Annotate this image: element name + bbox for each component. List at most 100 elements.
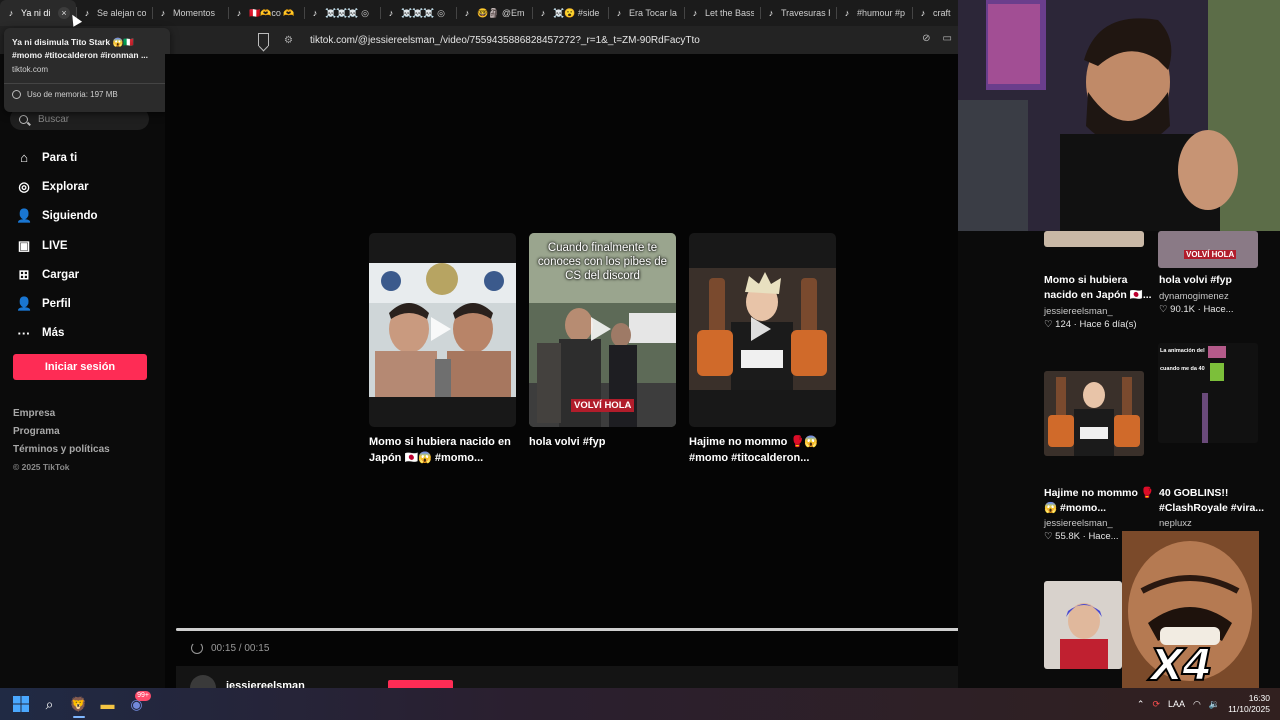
related-title[interactable]: 40 GOBLINS!! #ClashRoyale #vira... (1159, 486, 1274, 516)
tray-chevron-icon[interactable]: ⌃ (1137, 699, 1145, 710)
browser-tab[interactable]: ♪ Travesuras R (760, 0, 836, 26)
bookmark-icon[interactable] (258, 33, 269, 46)
discord-icon[interactable]: ◉ 99+ (122, 688, 151, 720)
memory-gauge-icon (12, 90, 21, 99)
browser-tab[interactable]: ♪ 🇵🇪🫶co 🫶 (228, 0, 304, 26)
site-info-icon[interactable]: ⚙ (284, 35, 300, 46)
related-title[interactable]: hola volvi #fyp (1159, 273, 1269, 288)
sidebar-item-home[interactable]: ⌂ Para ti (16, 143, 98, 172)
related-thumbnail[interactable] (1044, 581, 1122, 669)
related-author[interactable]: jessiereelsman_ (1044, 306, 1113, 317)
replay-icon[interactable] (191, 642, 203, 654)
browser-tab[interactable]: ♪ ☠️😮 #side (532, 0, 608, 26)
video-title[interactable]: Hajime no mommo 🥊😱 #momo #titocalderon..… (689, 434, 836, 466)
tiktok-icon: ♪ (464, 8, 470, 18)
sidebar-item-following[interactable]: 👤 Siguiendo (16, 202, 98, 231)
tiktok-icon: ♪ (768, 8, 774, 18)
file-explorer-icon[interactable]: ▬ (93, 688, 122, 720)
search-placeholder: Buscar (38, 113, 70, 125)
clock[interactable]: 16:30 11/10/2025 (1228, 693, 1270, 715)
multiplier-text: X4 (1149, 639, 1214, 692)
video-badge: VOLVÍ HOLA (571, 399, 635, 412)
video-progress-bar[interactable] (176, 628, 1028, 631)
video-title[interactable]: Momo si hubiera nacido en Japón 🇯🇵😱 #mom… (369, 434, 516, 466)
clock-date: 11/10/2025 (1228, 704, 1270, 714)
related-stats: ♡ 90.1K · Hace... (1159, 304, 1234, 315)
wifi-icon[interactable]: ◠ (1193, 699, 1201, 710)
related-thumbnail[interactable] (1044, 231, 1144, 247)
sidebar-nav: ⌂ Para ti ◎ Explorar 👤 Siguiendo ▣ LIVE ⊞ Cargar 👤… (16, 143, 98, 348)
speaker-icon[interactable]: 🔉 (1209, 699, 1220, 710)
tab-label: craft (933, 8, 951, 18)
address-bar[interactable]: ⚙ tiktok.com/@jessiereelsman_/video/7559… (278, 30, 950, 50)
copyright: © 2025 TikTok (13, 462, 70, 472)
cast-icon[interactable]: ▭ (943, 33, 952, 44)
browser-tab[interactable]: ♪ ☠️☠️☠️ ◎ (380, 0, 456, 26)
video-card[interactable]: Hajime no mommo 🥊😱 #momo #titocalderon..… (689, 233, 836, 466)
footer-link-empresa[interactable]: Empresa (13, 408, 110, 426)
tiktok-icon: ♪ (616, 8, 622, 18)
webcam-overlay (958, 0, 1280, 231)
sidebar-item-label: Para ti (42, 151, 78, 164)
footer-links: Empresa Programa Términos y políticas © … (13, 408, 110, 480)
browser-tab[interactable]: ♪ #humour #p (836, 0, 912, 26)
browser-tab[interactable]: ♪ Era Tocar la (608, 0, 684, 26)
upload-icon: ⊞ (18, 266, 30, 282)
sidebar-item-label: Explorar (42, 180, 89, 193)
sidebar-item-compass[interactable]: ◎ Explorar (16, 172, 98, 201)
video-thumbnail[interactable] (689, 233, 836, 427)
footer-link-programa[interactable]: Programa (13, 426, 110, 444)
hover-card-title: Ya ni disimula Tito Stark 😱🇮🇹 #momo #tit… (12, 37, 149, 60)
related-thumbnail[interactable]: La animación del cuando me da 40 (1158, 343, 1258, 443)
language-indicator[interactable]: LAA (1168, 699, 1185, 709)
video-thumbnail[interactable]: Cuando finalmente te conoces con los pib… (529, 233, 676, 427)
tiktok-icon: ♪ (540, 8, 546, 18)
footer-link-terms[interactable]: Términos y políticas (13, 444, 110, 462)
related-thumbnail[interactable] (1044, 371, 1144, 456)
toolbar-actions: ⊘ ▭ (922, 33, 952, 44)
sidebar-item-live[interactable]: ▣ LIVE (16, 231, 98, 260)
tab-label: ☠️☠️☠️ ◎ (401, 7, 445, 18)
related-title[interactable]: Hajime no mommo 🥊😱 #momo... (1044, 486, 1154, 516)
tab-label: ☠️😮 #side (553, 7, 600, 18)
related-thumbnail[interactable]: VOLVÍ HOLA (1158, 231, 1258, 268)
browser-tab[interactable]: ♪ Ya ni di × (0, 0, 76, 26)
video-card[interactable]: Cuando finalmente te conoces con los pib… (529, 233, 676, 450)
notification-badge: 99+ (135, 691, 151, 701)
more-icon: ··· (17, 325, 31, 341)
related-stats: ♡ 55.8K · Hace... (1044, 531, 1119, 542)
browser-tab[interactable]: ♪ Let the Bass (684, 0, 760, 26)
sidebar-item-label: Perfil (42, 298, 71, 311)
sidebar-item-label: Más (42, 327, 65, 340)
taskbar-search-icon[interactable]: ⌕ (35, 688, 64, 720)
browser-tab[interactable]: ♪ Momentos (152, 0, 228, 26)
author-row: jessiereelsman_ (176, 666, 1028, 701)
login-button[interactable]: Iniciar sesión (13, 354, 147, 380)
sync-icon[interactable]: ⟳ (1152, 699, 1160, 710)
video-card[interactable]: Momo si hubiera nacido en Japón 🇯🇵😱 #mom… (369, 233, 516, 466)
tab-label: 🤓🗿 @Em (477, 7, 525, 18)
related-author[interactable]: nepluxz (1159, 518, 1192, 529)
post-age: Hace... (1203, 304, 1234, 315)
tiktok-icon: ♪ (236, 8, 242, 18)
video-thumbnail[interactable] (369, 233, 516, 427)
tiktok-icon: ♪ (920, 8, 926, 18)
related-author[interactable]: jessiereelsman_ (1044, 518, 1113, 529)
sidebar-item-upload[interactable]: ⊞ Cargar (16, 260, 98, 289)
related-author[interactable]: dynamogimenez (1159, 291, 1229, 302)
windows-start-icon[interactable] (6, 688, 35, 720)
sidebar-item-profile[interactable]: 👤 Perfil (16, 289, 98, 318)
related-title[interactable]: Momo si hubiera nacido en Japón 🇯🇵... (1044, 273, 1152, 303)
browser-tab[interactable]: ♪ ☠️☠️☠️ ◎ (304, 0, 380, 26)
main-content: Momo si hubiera nacido en Japón 🇯🇵😱 #mom… (165, 54, 1028, 701)
follow-button[interactable] (388, 680, 453, 688)
no-tracking-icon[interactable]: ⊘ (922, 33, 930, 44)
brave-browser-icon[interactable]: 🦁 (64, 688, 93, 720)
tiktok-icon: ♪ (388, 8, 394, 18)
sidebar-item-more[interactable]: ··· Más (16, 319, 98, 348)
video-title[interactable]: hola volvi #fyp (529, 434, 676, 450)
tab-label: #humour #p (857, 8, 906, 18)
browser-tab[interactable]: ♪ craft (912, 0, 958, 26)
browser-tab[interactable]: ♪ 🤓🗿 @Em (456, 0, 532, 26)
browser-tab[interactable]: ♪ Se alejan co (76, 0, 152, 26)
